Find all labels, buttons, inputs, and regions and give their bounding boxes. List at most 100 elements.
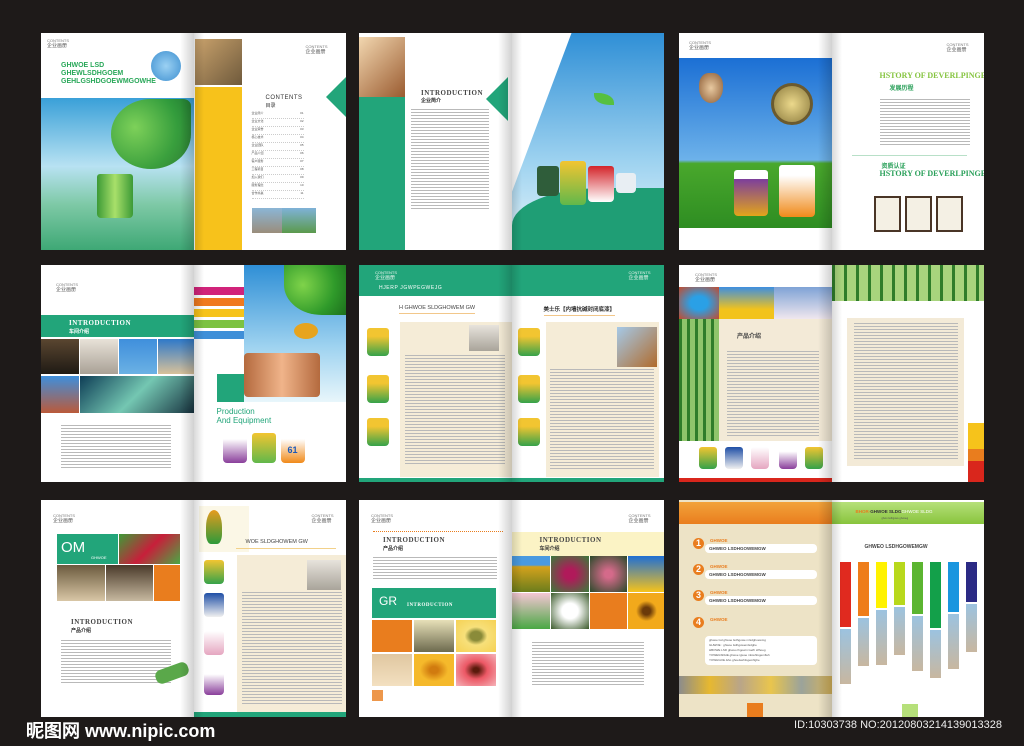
step-label: GHWOE — [710, 564, 728, 569]
paint-can-image — [203, 560, 224, 584]
certificate-image — [904, 196, 932, 232]
history-page: CONTENTS 企业画册 HSTORY OF DEVERLPINGE 发展历程… — [831, 33, 984, 250]
toc-item[interactable]: 服务理念 10 — [251, 183, 304, 191]
toc-item[interactable]: 客户服务 07 — [251, 159, 304, 167]
yellow-block — [967, 423, 984, 449]
paint-can-image — [203, 669, 224, 695]
red-block — [967, 461, 984, 482]
watermark-id: ID:10303738 NO:20120803214139013328 — [794, 719, 1002, 731]
flowers-page: CONTENTS 企业画册 INTRODUCTION 车间介绍 — [511, 500, 664, 717]
daisy-photo — [550, 593, 589, 629]
spread-product-intro: CONTENTS 企业画册 OM GHWOE INTRODUCTION 产品介绍… — [41, 500, 346, 717]
header-tag-cn: 企业画册 — [946, 47, 967, 53]
orange-block — [372, 620, 412, 652]
color-bar — [857, 562, 869, 616]
header-tag-cn: 企业画册 — [628, 275, 649, 281]
paint-can-image — [751, 447, 769, 469]
building-photo — [893, 607, 905, 655]
color-bars-page: BHOR-GHWOE SLDGGHWOE SLDG ghwo lsdhgowe … — [831, 500, 984, 717]
color-bar — [965, 562, 977, 602]
spread-flowers: CONTENTS 企业画册 INTRODUCTION 产品介绍 GR INTRO… — [359, 500, 664, 717]
divider — [235, 548, 336, 549]
paint-can-image — [805, 447, 823, 469]
headline-line: GHEWLSDHGOEM — [61, 70, 124, 77]
toc-item[interactable]: 加入我们 09 — [251, 175, 304, 183]
parrot-image — [205, 510, 222, 544]
room-photo — [469, 325, 499, 351]
spread-history: CONTENTS 企业画册 CONTENTS 企业画册 HSTORY OF DE… — [679, 33, 984, 250]
toc-item[interactable]: 核心技术 04 — [251, 135, 304, 143]
product-heading: WOE SLDGHOWEM GW — [245, 539, 308, 545]
paint-stroke — [193, 320, 244, 328]
body-text-lines — [411, 109, 489, 209]
footer-band — [193, 712, 346, 717]
paint-can-image — [587, 166, 614, 202]
section-title-cn: 车间介绍 — [69, 329, 90, 335]
toc-item[interactable]: 产品介绍 06 — [251, 151, 304, 159]
paint-can-image — [779, 165, 815, 217]
production-title: Production And Equipment — [217, 407, 272, 425]
bedroom-photo — [57, 565, 105, 601]
header-tag-cn: 企业画册 — [305, 49, 326, 55]
body-text-lines — [531, 642, 644, 686]
paint-stroke — [193, 309, 244, 317]
color-bar — [929, 562, 941, 628]
toc-item[interactable]: 企业文化 02 — [251, 119, 304, 127]
header-tag-cn: 企业画册 — [56, 287, 77, 293]
toc-label: 客户服务 — [251, 159, 264, 163]
orange-block — [967, 449, 984, 461]
room-photo — [616, 327, 657, 367]
toc-label: 工程项目 — [251, 167, 264, 171]
body-text-lines — [727, 351, 819, 437]
contents-cn: 目录 — [265, 103, 276, 109]
field-photo — [511, 556, 550, 592]
toc-item[interactable]: 合作共赢 11 — [251, 191, 304, 199]
step-label: GHWOE — [710, 538, 728, 543]
color-bar — [947, 562, 959, 612]
toc-page: 01 — [300, 111, 304, 115]
section-title-cn: 企业简介 — [421, 98, 442, 104]
orange-block — [589, 593, 627, 629]
toc-page: 06 — [300, 151, 304, 155]
step-text: GHWEO LSDHGOWEMGW — [705, 570, 817, 579]
bedroom-photo — [359, 37, 405, 97]
building-photo — [947, 614, 959, 669]
trophy-image — [699, 73, 723, 103]
step-text: GHWEO LSDHGOWEMGW — [705, 544, 817, 553]
toc-label: 合作共赢 — [251, 191, 264, 195]
intro-left-page: INTRODUCTION 企业简介 — [359, 33, 512, 250]
spread-products-a: CONTENTS 企业画册 HJERP JGWPEGWEJG H GHWOE S… — [359, 265, 664, 482]
spread-products-b: CONTENTS 企业画册 产品介绍 — [679, 265, 984, 482]
green-tab — [901, 704, 918, 717]
toc-item[interactable]: 企业团队 05 — [251, 143, 304, 151]
section-title: INTRODUCTION — [539, 536, 602, 544]
body-text-lines — [61, 425, 171, 469]
toc-item[interactable]: 工程项目 08 — [251, 167, 304, 175]
color-bar — [839, 562, 851, 627]
green-triangle — [486, 77, 508, 121]
flower-photo — [456, 654, 496, 686]
toc-item[interactable]: 企业简介 01 — [251, 111, 304, 119]
color-bar — [893, 562, 905, 605]
headline-line: GEHLGSHDGOEWMGOWHE — [61, 78, 156, 85]
toc-page: 04 — [300, 135, 304, 139]
bamboo-photo — [679, 319, 719, 441]
spread-cover-contents: CONTENTS 企业画册 GHWOE LSD GHEWLSDHGOEM GEH… — [41, 33, 346, 250]
sunflower-photo — [627, 593, 664, 629]
certificate-image — [935, 196, 963, 232]
header-tag-cn: 企业画册 — [371, 518, 392, 524]
toc-page: 08 — [300, 167, 304, 171]
step-number-badge: 2 — [693, 564, 704, 575]
product-list-page: CONTENTS 企业画册 WOE SLDGHOWEM GW — [193, 500, 346, 717]
interior-photo — [80, 339, 118, 374]
awards-page: CONTENTS 企业画册 — [679, 33, 832, 250]
orange-square — [372, 690, 383, 701]
gr-page: CONTENTS 企业画册 INTRODUCTION 产品介绍 GR INTRO… — [359, 500, 512, 717]
paint-can-image — [517, 328, 540, 356]
header-tag-cn: 企业画册 — [375, 275, 396, 281]
paint-can-image — [367, 328, 389, 356]
orange-banner — [679, 502, 832, 524]
toc-item[interactable]: 企业荣誉 03 — [251, 127, 304, 135]
paint-stroke — [193, 287, 244, 295]
building-photo — [929, 630, 941, 678]
